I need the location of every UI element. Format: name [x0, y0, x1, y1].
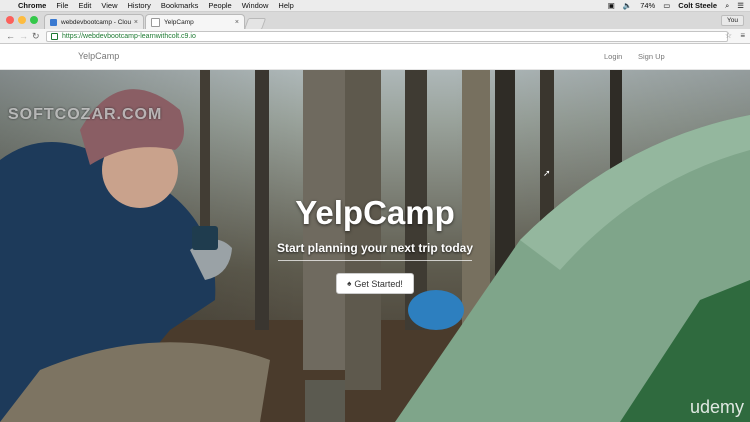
- battery-icon[interactable]: ▭: [663, 1, 670, 10]
- menu-view[interactable]: View: [101, 1, 117, 10]
- menu-history[interactable]: History: [128, 1, 151, 10]
- navbar-brand[interactable]: YelpCamp: [78, 51, 119, 61]
- cloud9-favicon-icon: [50, 18, 57, 26]
- window-zoom-button[interactable]: [30, 16, 38, 24]
- hero-background-image: SOFTCOZAR.COM YelpCamp Start planning yo…: [0, 70, 750, 422]
- tab-close-icon[interactable]: ×: [235, 19, 239, 26]
- chrome-menu-icon[interactable]: ≡: [740, 31, 745, 40]
- menubar-status-area: ▣ 🔈 74% ▭ Colt Steele ⌕ ☰: [608, 1, 750, 11]
- menu-file[interactable]: File: [56, 1, 68, 10]
- browser-toolbar: ← → ↻ https://webdevbootcamp-learnwithco…: [0, 29, 750, 44]
- notification-center-icon[interactable]: ☰: [737, 1, 744, 10]
- nav-link-signup[interactable]: Sign Up: [638, 52, 665, 61]
- url-text: https://webdevbootcamp-learnwithcolt.c9.…: [62, 33, 196, 40]
- tab-cloud9[interactable]: webdevbootcamp - Cloud9 ×: [44, 14, 144, 29]
- window-minimize-button[interactable]: [18, 16, 26, 24]
- lock-icon: [51, 33, 58, 40]
- tab-title: YelpCamp: [164, 18, 194, 26]
- volume-icon[interactable]: 🔈: [623, 1, 632, 10]
- menu-help[interactable]: Help: [278, 1, 293, 10]
- mac-menubar: Chrome File Edit View History Bookmarks …: [0, 0, 750, 12]
- menu-people[interactable]: People: [208, 1, 231, 10]
- tab-title: webdevbootcamp - Cloud9: [61, 18, 131, 26]
- hero-subtitle: Start planning your next trip today: [276, 241, 473, 255]
- window-close-button[interactable]: [6, 16, 14, 24]
- udemy-logo: udemy: [689, 397, 744, 417]
- tree-icon: ♠: [347, 279, 352, 288]
- page-favicon-icon: [151, 17, 160, 27]
- site-navbar: YelpCamp Login Sign Up: [0, 44, 750, 70]
- back-arrow-icon[interactable]: ←: [6, 31, 15, 41]
- spotlight-search-icon[interactable]: ⌕: [725, 1, 729, 11]
- hero-title: YelpCamp: [295, 194, 455, 231]
- mouse-cursor-icon: ➚: [543, 168, 551, 178]
- tab-close-icon[interactable]: ×: [134, 19, 138, 26]
- reload-icon[interactable]: ↻: [32, 31, 40, 41]
- browser-tabstrip: webdevbootcamp - Cloud9 × YelpCamp × You: [0, 12, 750, 30]
- get-started-button[interactable]: ♠ Get Started!: [336, 273, 414, 294]
- bookmark-star-icon[interactable]: ☆: [725, 31, 732, 40]
- menu-edit[interactable]: Edit: [78, 1, 91, 10]
- profile-button[interactable]: You: [721, 15, 744, 26]
- tab-yelpcamp[interactable]: YelpCamp ×: [145, 14, 245, 29]
- menu-app-chrome[interactable]: Chrome: [18, 1, 46, 10]
- nav-link-login[interactable]: Login: [604, 52, 622, 61]
- screen-record-icon[interactable]: ▣: [608, 1, 615, 10]
- menu-window[interactable]: Window: [242, 1, 269, 10]
- address-bar[interactable]: https://webdevbootcamp-learnwithcolt.c9.…: [46, 31, 728, 42]
- watermark-text: SOFTCOZAR.COM: [8, 106, 163, 123]
- menu-bookmarks[interactable]: Bookmarks: [161, 1, 199, 10]
- page-viewport: YelpCamp Login Sign Up SOFTCOZAR.COM Yel…: [0, 44, 750, 422]
- hero-divider: [278, 260, 472, 261]
- battery-percent[interactable]: 74%: [640, 1, 655, 10]
- user-name[interactable]: Colt Steele: [678, 1, 717, 10]
- get-started-label: Get Started!: [354, 278, 403, 289]
- forward-arrow-icon[interactable]: →: [19, 31, 28, 41]
